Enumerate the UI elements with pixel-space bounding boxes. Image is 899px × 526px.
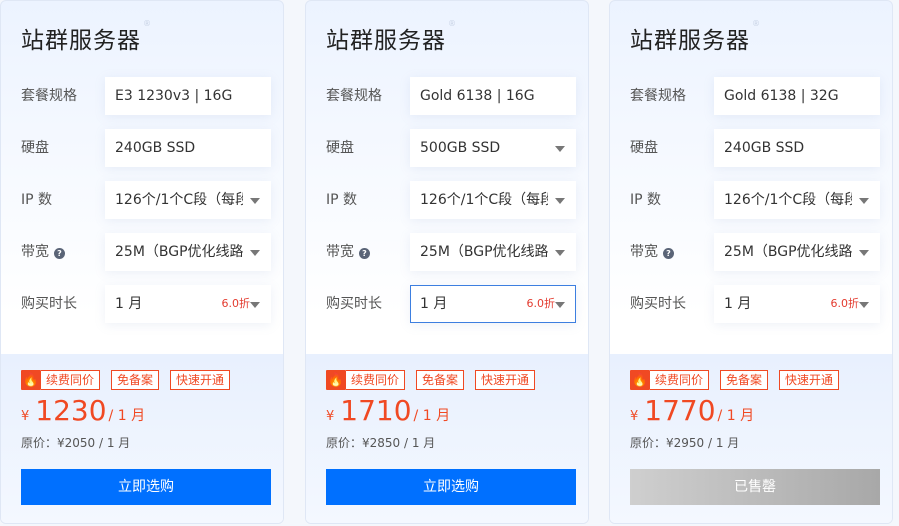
spec-label: 套餐规格 [326,88,382,104]
fire-icon: 🔥 [630,370,650,390]
original-price: 原价：¥2950 / 1 月 [630,436,740,450]
duration-select[interactable]: 1 月 6.0折 [410,285,576,323]
sold-out-button: 已售罄 [630,469,880,505]
spec-label: 套餐规格 [630,88,686,104]
purchase-section: 🔥 续费同价 免备案 快速开通 ¥1710/ 1 月 原价：¥2850 / 1 … [306,354,588,523]
spec-row: 套餐规格 E3 1230v3 | 16G [21,77,271,115]
chevron-down-icon [555,302,565,308]
spec-value: Gold 6138 | 32G [714,77,880,115]
ip-label: IP 数 [630,192,662,208]
product-grid: 站群服务器® 套餐规格 E3 1230v3 | 16G 硬盘 240GB SSD… [0,0,899,526]
price: ¥1230/ 1 月 [21,394,146,427]
disk-label: 硬盘 [326,140,354,156]
duration-label: 购买时长 [326,296,382,312]
bandwidth-select[interactable]: 25M（BGP优化线路 [410,233,576,271]
fire-icon: 🔥 [21,370,41,390]
card-title: 站群服务器® [630,19,761,54]
spec-row: 套餐规格 Gold 6138 | 16G [326,77,576,115]
duration-row: 购买时长 1 月 6.0折 [630,285,880,323]
product-card: 站群服务器® 套餐规格 Gold 6138 | 16G 硬盘 500GB SSD… [305,0,589,524]
product-card: 站群服务器® 套餐规格 Gold 6138 | 32G 硬盘 240GB SSD… [609,0,893,524]
tag-fast-open: 快速开通 [475,370,536,390]
bandwidth-label: 带宽? [21,233,65,271]
tag-renew: 续费同价 [346,370,406,390]
chevron-down-icon [555,146,565,152]
disk-label: 硬盘 [21,140,49,156]
question-icon[interactable]: ? [663,248,674,259]
question-icon[interactable]: ? [54,248,65,259]
duration-label: 购买时长 [21,296,77,312]
product-card: 站群服务器® 套餐规格 E3 1230v3 | 16G 硬盘 240GB SSD… [0,0,284,524]
disk-row: 硬盘 240GB SSD [630,129,880,167]
tag-no-filing: 免备案 [720,370,769,390]
chevron-down-icon [250,302,260,308]
bandwidth-row: 带宽? 25M（BGP优化线路 [21,233,271,271]
tag-fast-open: 快速开通 [170,370,231,390]
duration-row: 购买时长 1 月 6.0折 [326,285,576,323]
spec-value: Gold 6138 | 16G [410,77,576,115]
ip-row: IP 数 126个/1个C段（每段 [21,181,271,219]
discount-badge: 6.0折 [830,297,860,310]
tag-renew: 续费同价 [650,370,710,390]
bandwidth-row: 带宽? 25M（BGP优化线路 [326,233,576,271]
bandwidth-label: 带宽? [326,233,370,271]
spec-label: 套餐规格 [21,88,77,104]
bandwidth-row: 带宽? 25M（BGP优化线路 [630,233,880,271]
tag-no-filing: 免备案 [111,370,160,390]
duration-row: 购买时长 1 月 6.0折 [21,285,271,323]
price: ¥1710/ 1 月 [326,394,451,427]
tag-fast-open: 快速开通 [779,370,840,390]
bandwidth-select[interactable]: 25M（BGP优化线路 [105,233,271,271]
ip-row: IP 数 126个/1个C段（每段 [326,181,576,219]
purchase-section: 🔥 续费同价 免备案 快速开通 ¥1230/ 1 月 原价：¥2050 / 1 … [1,354,283,523]
duration-select[interactable]: 1 月 6.0折 [714,285,880,323]
ip-row: IP 数 126个/1个C段（每段 [630,181,880,219]
disk-value: 240GB SSD [105,129,271,167]
buy-button[interactable]: 立即选购 [21,469,271,505]
spec-value: E3 1230v3 | 16G [105,77,271,115]
disk-value: 240GB SSD [714,129,880,167]
bandwidth-label: 带宽? [630,233,674,271]
ip-label: IP 数 [326,192,358,208]
card-title: 站群服务器® [326,19,457,54]
card-title: 站群服务器® [21,19,152,54]
price: ¥1770/ 1 月 [630,394,755,427]
disk-row: 硬盘 500GB SSD [326,129,576,167]
original-price: 原价：¥2050 / 1 月 [21,436,131,450]
buy-button[interactable]: 立即选购 [326,469,576,505]
chevron-down-icon [250,198,260,204]
disk-label: 硬盘 [630,140,658,156]
purchase-section: 🔥 续费同价 免备案 快速开通 ¥1770/ 1 月 原价：¥2950 / 1 … [610,354,892,523]
discount-badge: 6.0折 [221,297,251,310]
disk-select[interactable]: 500GB SSD [410,129,576,167]
fire-icon: 🔥 [326,370,346,390]
tag-no-filing: 免备案 [416,370,465,390]
spec-row: 套餐规格 Gold 6138 | 32G [630,77,880,115]
bandwidth-select[interactable]: 25M（BGP优化线路 [714,233,880,271]
ip-select[interactable]: 126个/1个C段（每段 [410,181,576,219]
discount-badge: 6.0折 [526,297,556,310]
question-icon[interactable]: ? [359,248,370,259]
ip-label: IP 数 [21,192,53,208]
duration-select[interactable]: 1 月 6.0折 [105,285,271,323]
original-price: 原价：¥2850 / 1 月 [326,436,436,450]
ip-select[interactable]: 126个/1个C段（每段 [105,181,271,219]
chevron-down-icon [555,250,565,256]
chevron-down-icon [859,198,869,204]
disk-row: 硬盘 240GB SSD [21,129,271,167]
chevron-down-icon [859,302,869,308]
chevron-down-icon [859,250,869,256]
chevron-down-icon [555,198,565,204]
ip-select[interactable]: 126个/1个C段（每段 [714,181,880,219]
duration-label: 购买时长 [630,296,686,312]
chevron-down-icon [250,250,260,256]
tag-renew: 续费同价 [41,370,101,390]
